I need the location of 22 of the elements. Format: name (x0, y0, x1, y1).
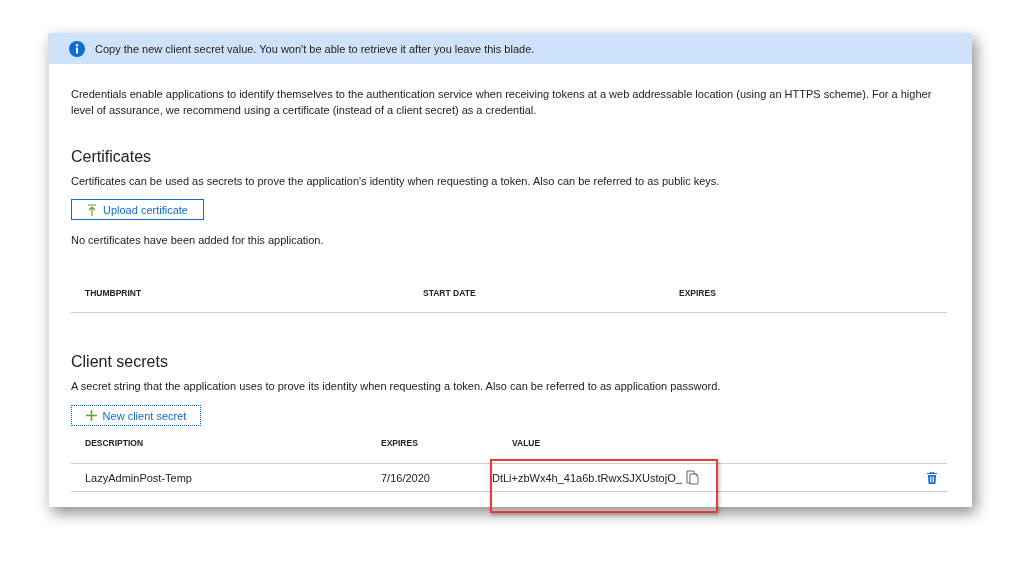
empty-message: No certificates have been added for this application. (71, 234, 325, 246)
column-header: START DATE (423, 288, 477, 300)
column-header: EXPIRES (381, 438, 419, 450)
secret-value: DtLi+zbWx4h_41a6b.tRwxSJXUstojO_ (492, 471, 682, 484)
column-header: DESCRIPTION (85, 438, 145, 450)
upload-icon (87, 203, 97, 216)
banner-text: Copy the new client secret value. You won't be able to retrieve it after you leave this blade. (95, 42, 535, 55)
section-description: A secret string that the application uses to prove its identity when requesting a token. Also can be referred to as application password. (71, 380, 722, 392)
section-heading: Client secrets (71, 353, 169, 371)
table-cell-text: LazyAdminPost-Temp (85, 471, 193, 484)
column-header: THUMBPRINT (85, 288, 143, 300)
info-icon (69, 40, 85, 57)
upload-certificate-button[interactable]: Upload certificate (71, 199, 204, 220)
column-header: VALUE (512, 438, 542, 450)
section-heading: Certificates (71, 148, 153, 166)
copy-icon[interactable] (685, 470, 700, 485)
section-description: Certificates can be used as secrets to prove the application's identity when requesting a token. Also can be referred to as public keys. (71, 175, 721, 187)
new-client-secret-button[interactable]: New client secret (71, 405, 201, 426)
plus-icon (85, 410, 97, 421)
column-header: EXPIRES (679, 288, 717, 300)
intro-paragraph: Credentials enable applications to identify themselves to the authentication service when receiving tokens at a web addressable location (using an HTTPS scheme). For a higher level of assurance, we recommend using a certificate (instead of a client secret) as a credential. (71, 87, 933, 118)
delete-icon[interactable] (927, 471, 937, 484)
